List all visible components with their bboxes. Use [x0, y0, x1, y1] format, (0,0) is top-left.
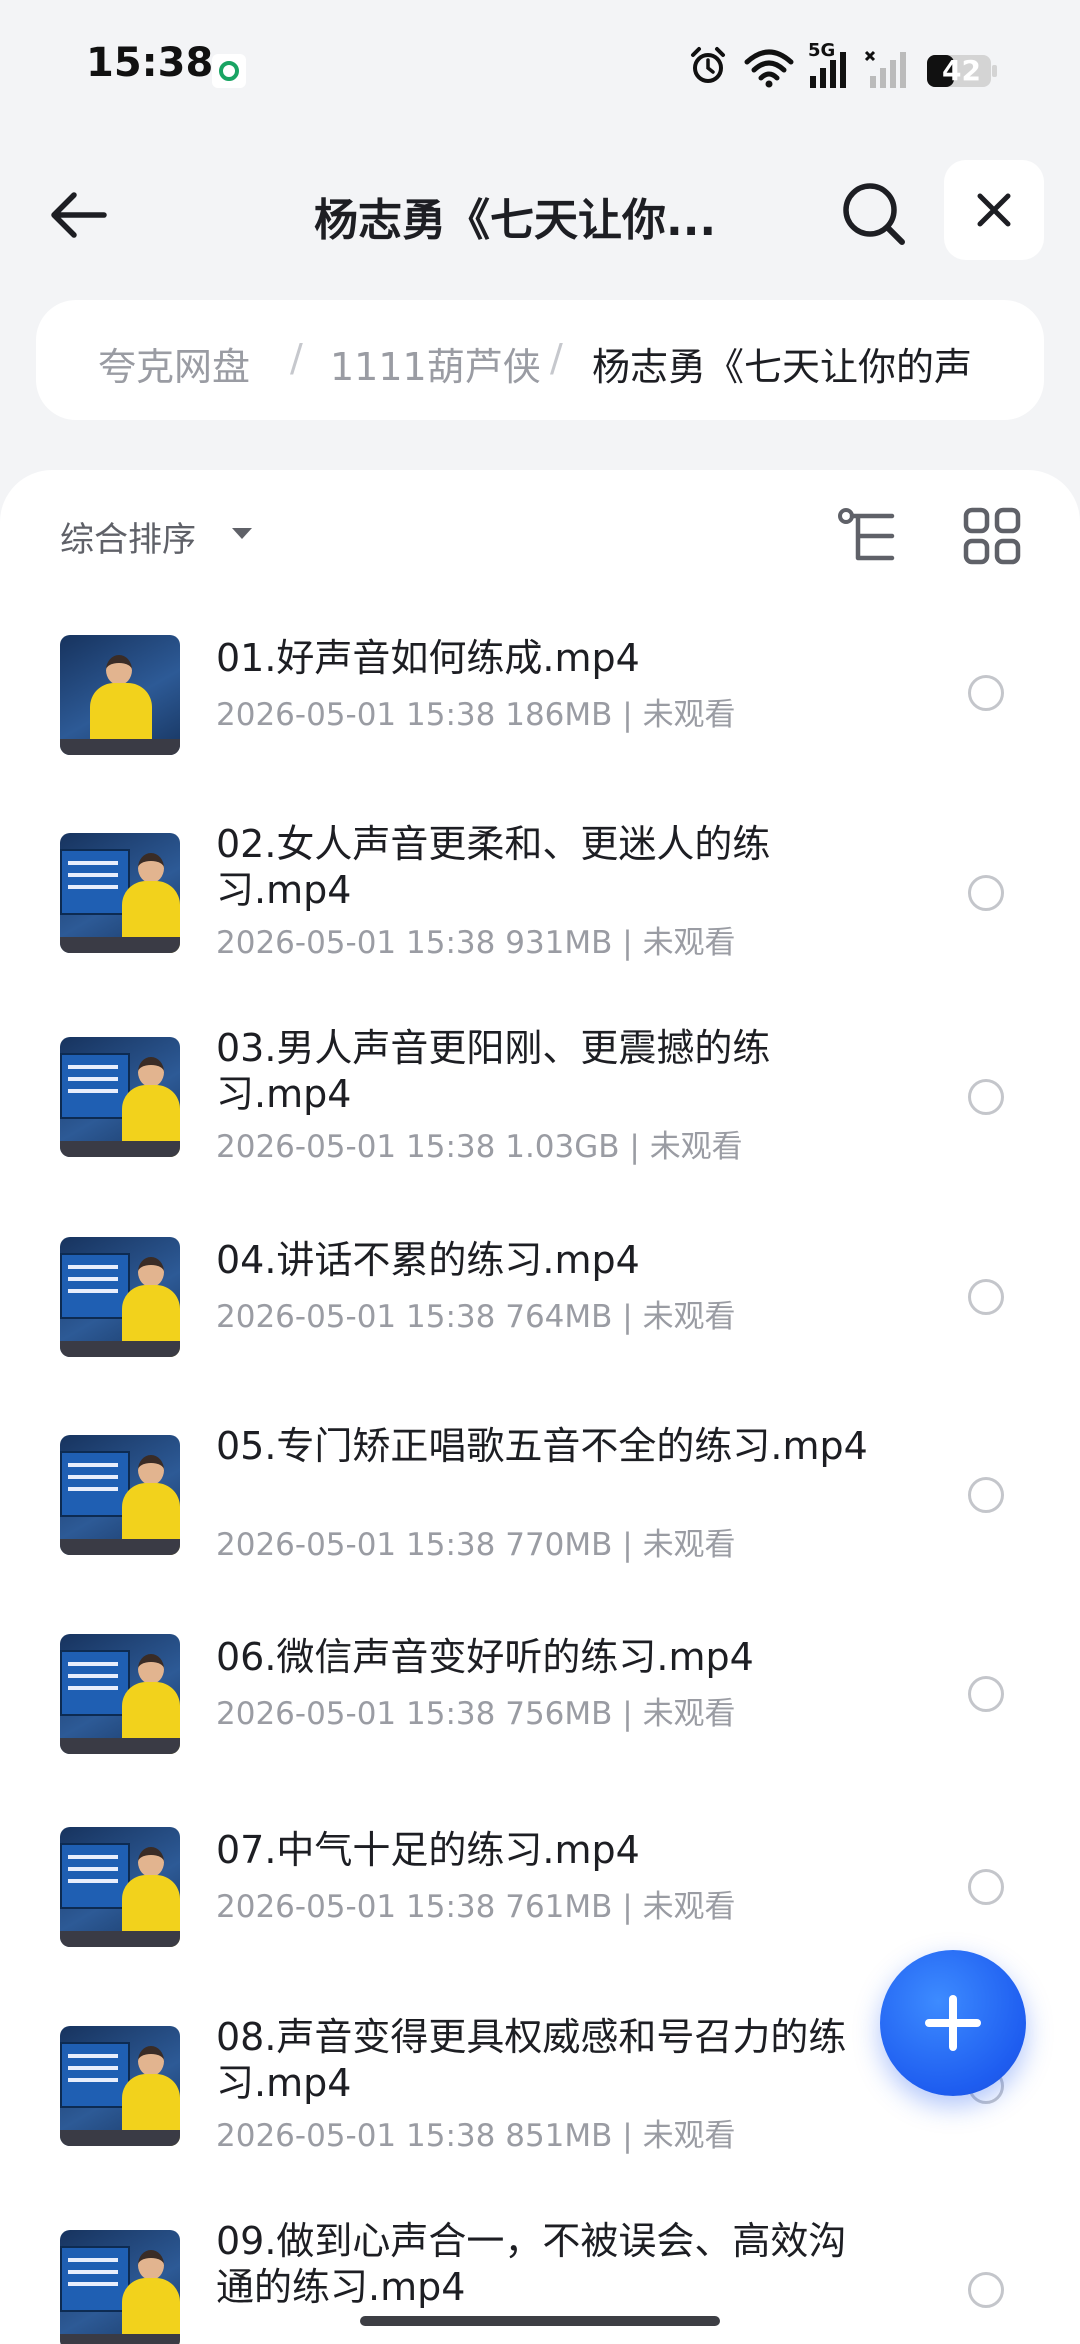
list-item[interactable]: 09.做到心声合一，不被误会、高效沟通的练习.mp4 [0, 2219, 1080, 2344]
video-thumbnail [60, 1827, 180, 1947]
status-bar: 15:38 5G 42 [0, 0, 1080, 140]
select-radio[interactable] [968, 2272, 1004, 2308]
select-radio[interactable] [968, 1869, 1004, 1905]
video-thumbnail [60, 833, 180, 953]
video-thumbnail [60, 2026, 180, 2146]
file-name: 07.中气十足的练习.mp4 [216, 1828, 640, 1872]
select-radio[interactable] [968, 1676, 1004, 1712]
battery-level: 42 [942, 54, 981, 87]
grid-view-icon [963, 507, 1021, 565]
file-meta: 2026-05-01 15:38 1.03GB | 未观看 [216, 1129, 743, 1165]
select-radio[interactable] [968, 1477, 1004, 1513]
folder-tree-button[interactable] [836, 506, 900, 570]
video-thumbnail [60, 635, 180, 755]
status-time: 15:38 [86, 40, 214, 86]
folder-tree-icon [838, 508, 895, 561]
video-thumbnail [60, 1634, 180, 1754]
file-meta: 2026-05-01 15:38 756MB | 未观看 [216, 1696, 736, 1732]
list-item[interactable]: 06.微信声音变好听的练习.mp4 2026-05-01 15:38 756MB… [0, 1634, 1080, 1814]
list-item[interactable]: 03.男人声音更阳刚、更震撼的练习.mp4 2026-05-01 15:38 1… [0, 1026, 1080, 1217]
video-thumbnail [60, 1435, 180, 1555]
arrow-left-icon [51, 192, 107, 238]
select-radio[interactable] [968, 1079, 1004, 1115]
add-button[interactable] [880, 1950, 1026, 2096]
file-meta: 2026-05-01 15:38 761MB | 未观看 [216, 1889, 736, 1925]
carrier-icon [212, 54, 246, 88]
file-meta: 2026-05-01 15:38 851MB | 未观看 [216, 2118, 736, 2154]
breadcrumb: 夸克网盘 / 1111葫芦侠 / 杨志勇《七天让你的声 [36, 300, 1044, 420]
file-name: 06.微信声音变好听的练习.mp4 [216, 1635, 754, 1679]
list-item[interactable]: 01.好声音如何练成.mp4 2026-05-01 15:38 186MB | … [0, 635, 1080, 815]
select-radio[interactable] [968, 1279, 1004, 1315]
list-item[interactable]: 02.女人声音更柔和、更迷人的练习.mp4 2026-05-01 15:38 9… [0, 822, 1080, 1013]
breadcrumb-item-root[interactable]: 夸克网盘 [98, 336, 250, 391]
wifi-icon [744, 49, 794, 88]
video-thumbnail [60, 2230, 180, 2344]
file-meta: 2026-05-01 15:38 770MB | 未观看 [216, 1527, 736, 1563]
status-icons: 5G 42 [688, 40, 1028, 94]
signal-2-icon [864, 50, 906, 88]
alarm-icon [691, 47, 725, 83]
close-button[interactable] [944, 160, 1044, 260]
file-meta: 2026-05-01 15:38 186MB | 未观看 [216, 697, 736, 733]
home-indicator[interactable] [360, 2316, 720, 2326]
video-thumbnail [60, 1037, 180, 1157]
file-meta: 2026-05-01 15:38 764MB | 未观看 [216, 1299, 736, 1335]
back-button[interactable] [44, 180, 114, 250]
top-bar: 杨志勇《七天让你... [0, 150, 1080, 270]
select-radio[interactable] [968, 675, 1004, 711]
sort-dropdown[interactable]: 综合排序 [60, 512, 196, 561]
list-item[interactable]: 05.专门矫正唱歌五音不全的练习.mp4 2026-05-01 15:38 77… [0, 1424, 1080, 1615]
breadcrumb-separator: / [550, 336, 563, 380]
signal-icon [810, 52, 846, 88]
breadcrumb-separator: / [290, 336, 303, 380]
grid-view-button[interactable] [962, 506, 1022, 566]
page-title: 杨志勇《七天让你... [314, 195, 717, 246]
file-meta: 2026-05-01 15:38 931MB | 未观看 [216, 925, 736, 961]
select-radio[interactable] [968, 875, 1004, 911]
breadcrumb-item-folder[interactable]: 1111葫芦侠 [330, 336, 541, 391]
file-name: 05.专门矫正唱歌五音不全的练习.mp4 [216, 1424, 868, 1468]
file-name: 02.女人声音更柔和、更迷人的练习.mp4 [216, 822, 771, 912]
chevron-down-icon [232, 528, 252, 539]
search-icon [843, 183, 905, 245]
file-name: 03.男人声音更阳刚、更震撼的练习.mp4 [216, 1026, 771, 1116]
video-thumbnail [60, 1237, 180, 1357]
list-item[interactable]: 04.讲话不累的练习.mp4 2026-05-01 15:38 764MB | … [0, 1237, 1080, 1417]
file-name: 09.做到心声合一，不被误会、高效沟通的练习.mp4 [216, 2219, 847, 2309]
breadcrumb-item-current: 杨志勇《七天让你的声 [592, 345, 973, 389]
file-name: 01.好声音如何练成.mp4 [216, 636, 640, 680]
close-icon [977, 193, 1011, 227]
search-button[interactable] [836, 176, 912, 252]
file-name: 08.声音变得更具权威感和号召力的练习.mp4 [216, 2015, 847, 2105]
file-name: 04.讲话不累的练习.mp4 [216, 1238, 640, 1282]
